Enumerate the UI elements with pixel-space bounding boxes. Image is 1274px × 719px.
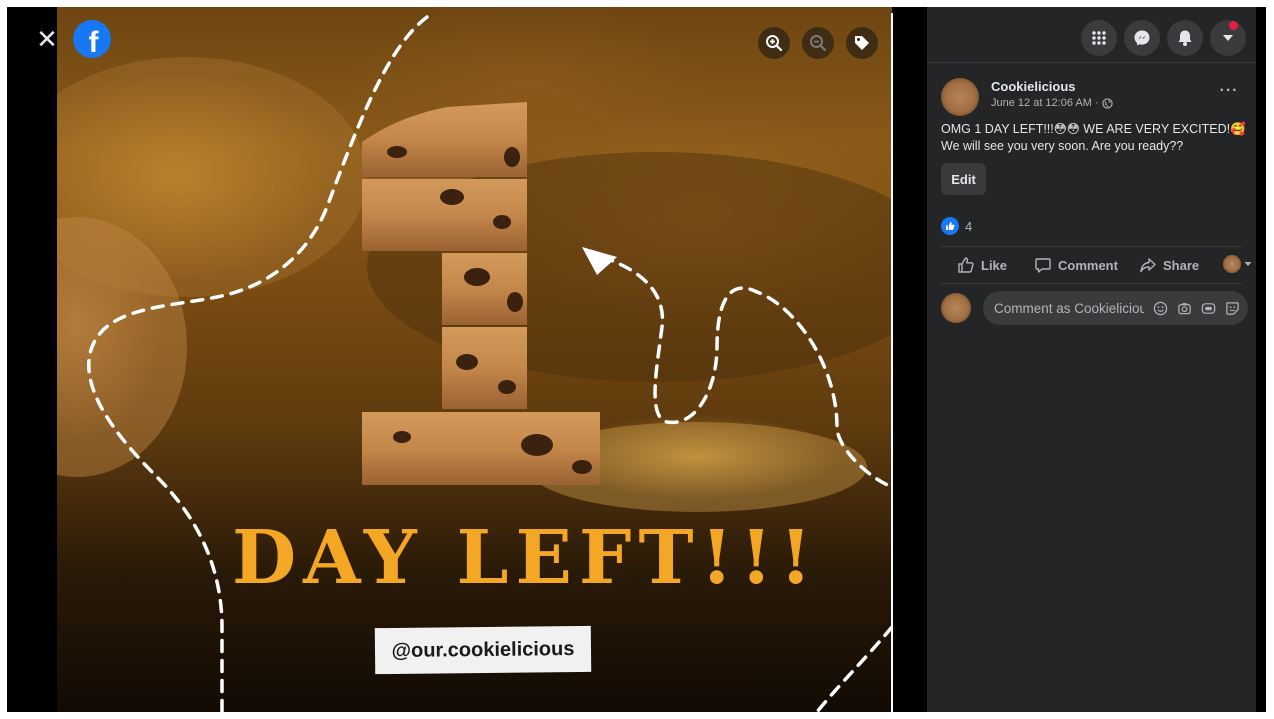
timestamp-text: June 12 at 12:06 AM · xyxy=(991,97,1099,109)
post-as-selector[interactable] xyxy=(1223,255,1252,273)
page-avatar[interactable] xyxy=(941,78,979,116)
photo-handle-tag: @our.cookielicious xyxy=(374,625,592,675)
zoom-out-icon xyxy=(810,35,827,52)
comment-placeholder: Comment as Cookielicious xyxy=(994,300,1144,316)
share-button[interactable]: Share xyxy=(1139,251,1199,279)
share-icon xyxy=(1140,258,1156,273)
close-viewer-button[interactable]: ✕ xyxy=(33,25,61,53)
emoji-icon[interactable] xyxy=(1152,300,1168,316)
gif-icon[interactable] xyxy=(1200,300,1216,316)
chevron-down-icon xyxy=(1244,262,1252,266)
photo-handle-text: @our.cookielicious xyxy=(391,637,575,662)
account-caret-icon xyxy=(1223,35,1233,41)
post-message: OMG 1 DAY LEFT!!!😳😳 WE ARE VERY EXCITED!… xyxy=(941,121,1246,155)
photo-artwork xyxy=(57,15,892,712)
photo-viewer: DAY LEFT!!! @our.cookielicious ✕ f xyxy=(7,7,892,712)
post-message-line: OMG 1 DAY LEFT!!!😳😳 WE ARE VERY EXCITED!… xyxy=(941,122,1246,136)
reaction-count: 4 xyxy=(965,218,973,234)
notification-indicator xyxy=(1229,21,1238,30)
menu-button[interactable] xyxy=(1081,20,1117,56)
messenger-icon xyxy=(1134,30,1150,46)
like-label: Like xyxy=(981,257,1008,273)
post-options-button[interactable]: ··· xyxy=(1215,83,1243,105)
zoom-out-button[interactable] xyxy=(802,27,834,59)
zoom-in-button[interactable] xyxy=(758,27,790,59)
sticker-icon[interactable] xyxy=(1224,300,1240,316)
photo-headline: DAY LEFT!!! xyxy=(232,515,819,601)
comment-icon xyxy=(1035,258,1051,273)
divider xyxy=(941,283,1242,284)
divider xyxy=(941,246,1242,247)
facebook-logo-icon[interactable]: f xyxy=(73,20,111,58)
messenger-button[interactable] xyxy=(1124,20,1160,56)
post-message-line: We will see you very soon. Are you ready… xyxy=(941,139,1184,153)
page-name-link[interactable]: Cookielicious xyxy=(991,79,1076,94)
like-button[interactable]: Like xyxy=(957,251,1007,279)
commenter-avatar[interactable] xyxy=(941,293,971,323)
edit-button[interactable]: Edit xyxy=(941,163,986,195)
post-details-panel: Cookielicious June 12 at 12:06 AM · ··· … xyxy=(927,7,1256,712)
post-timestamp[interactable]: June 12 at 12:06 AM · xyxy=(991,97,1113,109)
comment-label: Comment xyxy=(1058,257,1118,273)
selector-avatar xyxy=(1223,255,1241,273)
notifications-button[interactable] xyxy=(1167,20,1203,56)
reactions-summary[interactable]: 4 xyxy=(941,215,972,237)
globe-icon xyxy=(1101,97,1113,109)
zoom-in-icon xyxy=(766,35,783,52)
camera-icon[interactable] xyxy=(1176,300,1192,316)
like-reaction-icon xyxy=(941,217,959,235)
viewer-divider xyxy=(891,13,893,712)
menu-grid-icon xyxy=(1092,31,1106,45)
notifications-icon xyxy=(1178,30,1192,46)
thumbs-up-icon xyxy=(958,257,974,273)
comment-button[interactable]: Comment xyxy=(1034,251,1118,279)
account-menu-button[interactable] xyxy=(1210,20,1246,56)
post-photo[interactable]: DAY LEFT!!! @our.cookielicious xyxy=(57,7,892,712)
facebook-logo-letter: f xyxy=(88,26,99,58)
comment-input[interactable]: Comment as Cookielicious xyxy=(983,291,1248,325)
share-label: Share xyxy=(1163,257,1200,273)
tag-icon xyxy=(855,36,869,50)
top-navigation xyxy=(927,7,1256,63)
tag-photo-button[interactable] xyxy=(846,27,878,59)
